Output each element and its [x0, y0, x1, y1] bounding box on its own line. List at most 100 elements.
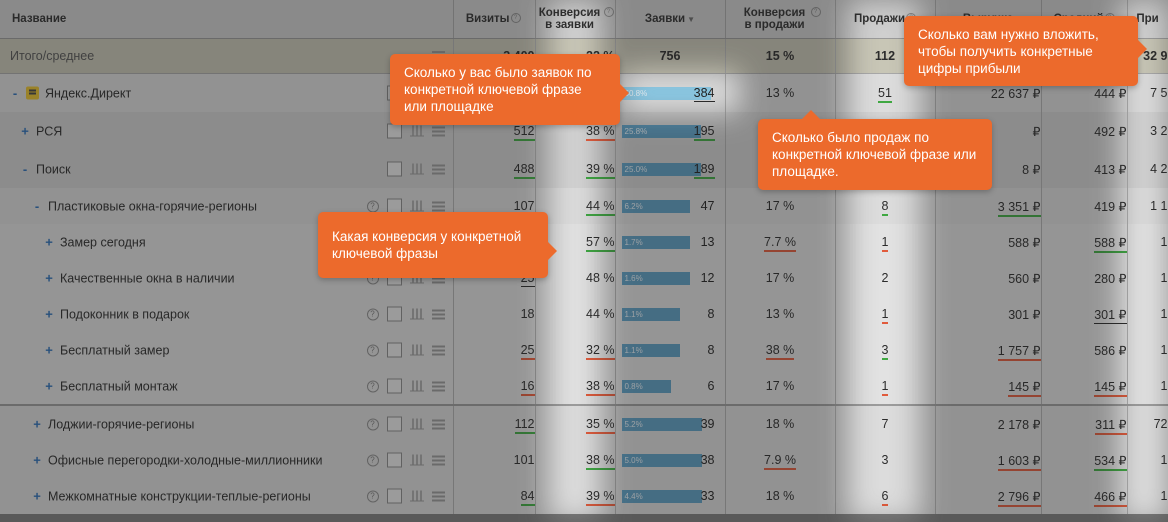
row-checkbox[interactable] — [386, 416, 402, 432]
list-icon[interactable] — [431, 381, 445, 391]
avg-check-value[interactable]: 301 ₽ — [1094, 307, 1126, 324]
list-icon[interactable] — [431, 455, 445, 465]
row-label[interactable]: Лоджии-горячие-регионы — [48, 417, 194, 431]
list-icon[interactable] — [431, 126, 445, 136]
table-row[interactable]: - Поиск 488 39 % 25.0% 189 8 ₽ 413 ₽ 4 2 — [0, 150, 1168, 188]
chart-icon[interactable] — [409, 308, 424, 320]
conv-sales-value[interactable]: 38 % — [765, 343, 795, 360]
conv-leads-value[interactable]: 39 % — [586, 489, 614, 506]
row-label[interactable]: Офисные перегородки-холодные-миллионники — [48, 453, 322, 467]
conv-leads-value[interactable]: 38 % — [586, 124, 614, 141]
row-label[interactable]: Яндекс.Директ — [45, 86, 131, 100]
conv-leads-value[interactable]: 32 % — [586, 343, 614, 360]
avg-check-value[interactable]: 145 ₽ — [1094, 379, 1126, 397]
row-label[interactable]: Замер сегодня — [60, 235, 146, 249]
conv-leads-value[interactable]: 35 % — [586, 417, 614, 434]
help-icon[interactable]: ? — [810, 7, 821, 17]
revenue-value[interactable]: 2 796 ₽ — [997, 489, 1040, 507]
row-checkbox[interactable] — [386, 161, 402, 177]
conv-leads-value[interactable]: 39 % — [586, 162, 614, 179]
sales-value[interactable]: 51 — [878, 86, 892, 103]
table-row[interactable]: + Подоконник в подарок? 18 44 % 1.1% 8 13 % 1 30… — [0, 296, 1168, 332]
chart-icon[interactable] — [409, 163, 424, 175]
row-checkbox[interactable] — [386, 452, 402, 468]
visits-value[interactable]: 84 — [520, 489, 534, 506]
help-icon[interactable]: ? — [366, 380, 379, 392]
help-icon[interactable]: ? — [510, 13, 521, 23]
collapse-icon[interactable]: - — [20, 162, 30, 177]
visits-value[interactable]: 512 — [513, 124, 534, 141]
expand-icon[interactable]: + — [32, 417, 42, 432]
row-checkbox[interactable] — [386, 378, 402, 394]
expand-icon[interactable]: + — [44, 235, 54, 250]
conv-sales-value[interactable]: 7.9 % — [764, 453, 796, 470]
sales-value[interactable]: 8 — [881, 199, 889, 216]
avg-check-value[interactable]: 534 ₽ — [1094, 453, 1126, 471]
header-conv-sales[interactable]: Конверсия в продажи? — [725, 0, 836, 39]
help-icon[interactable]: ? — [603, 7, 614, 17]
table-row[interactable]: + Лоджии-горячие-регионы? 112 35 % 5.2% 39 18 … — [0, 404, 1168, 442]
avg-check-value[interactable]: 466 ₽ — [1094, 489, 1126, 507]
list-icon[interactable] — [431, 491, 445, 501]
avg-check-value[interactable]: 588 ₽ — [1094, 235, 1126, 253]
expand-icon[interactable]: + — [20, 124, 30, 139]
help-icon[interactable]: ? — [366, 344, 379, 356]
header-conv-leads[interactable]: Конверсия в заявки? — [535, 0, 616, 39]
chart-icon[interactable] — [409, 200, 424, 212]
row-label[interactable]: Пластиковые окна-горячие-регионы — [48, 199, 257, 213]
conv-leads-value[interactable]: 44 % — [586, 199, 614, 216]
row-checkbox[interactable] — [386, 488, 402, 504]
list-icon[interactable] — [431, 201, 445, 211]
list-icon[interactable] — [431, 309, 445, 319]
table-row[interactable]: + Офисные перегородки-холодные-миллионник… — [0, 442, 1168, 478]
table-row[interactable]: + Бесплатный замер? 25 32 % 1.1% 8 38 % 3 1 757 … — [0, 332, 1168, 368]
table-row[interactable]: +Качественные окна в наличии?2548 %1.6%1… — [0, 260, 1168, 296]
chart-icon[interactable] — [409, 454, 424, 466]
table-row[interactable]: +Замер сегодня?57 %1.7%137.7 %1588 ₽588 … — [0, 224, 1168, 260]
list-icon[interactable] — [431, 345, 445, 355]
visits-value[interactable]: 16 — [520, 379, 534, 396]
help-icon[interactable]: ? — [366, 418, 379, 430]
expand-icon[interactable]: + — [44, 271, 54, 286]
leads-value[interactable]: 189 — [693, 162, 715, 179]
chart-icon[interactable] — [409, 380, 424, 392]
sales-value[interactable]: 1 — [881, 235, 889, 252]
table-row[interactable]: + Бесплатный монтаж? 16 38 % 0.8% 6 17 % 1 145 ₽… — [0, 368, 1168, 405]
row-label[interactable]: РСЯ — [36, 124, 62, 138]
table-row[interactable]: + Межкомнатные конструкции-теплые-регионы… — [0, 478, 1168, 514]
revenue-value[interactable]: 1 757 ₽ — [997, 343, 1040, 361]
revenue-value[interactable]: 3 351 ₽ — [997, 199, 1040, 217]
avg-check-value[interactable]: 311 ₽ — [1095, 417, 1126, 435]
sales-value[interactable]: 6 — [881, 489, 889, 506]
row-label[interactable]: Качественные окна в наличии — [60, 271, 235, 285]
row-checkbox[interactable] — [386, 123, 402, 139]
row-label[interactable]: Поиск — [36, 162, 71, 176]
help-icon[interactable]: ? — [366, 454, 379, 466]
conv-leads-value[interactable]: 38 % — [586, 379, 614, 396]
table-row[interactable]: - Пластиковые окна-горячие-регионы? 107 44 … — [0, 188, 1168, 224]
expand-icon[interactable]: + — [44, 307, 54, 322]
sales-value[interactable]: 3 — [881, 343, 889, 360]
conv-leads-value[interactable]: 38 % — [586, 453, 614, 470]
header-name[interactable]: Название — [0, 0, 454, 39]
row-label[interactable]: Бесплатный замер — [60, 343, 169, 357]
revenue-value[interactable]: 1 603 ₽ — [997, 453, 1040, 471]
sales-value[interactable]: 1 — [881, 379, 889, 396]
visits-value[interactable]: 488 — [513, 162, 534, 179]
chart-icon[interactable] — [409, 125, 424, 137]
visits-value[interactable]: 25 — [520, 343, 534, 360]
leads-value[interactable]: 384 — [693, 86, 715, 102]
header-visits[interactable]: Визиты? — [453, 0, 536, 39]
collapse-icon[interactable]: - — [32, 199, 42, 214]
help-icon[interactable]: ? — [366, 200, 379, 212]
conv-leads-value[interactable]: 57 % — [586, 235, 614, 252]
row-checkbox[interactable] — [386, 306, 402, 322]
help-icon[interactable]: ? — [366, 308, 379, 320]
header-leads[interactable]: Заявки ▼ — [615, 0, 726, 39]
sort-desc-icon[interactable]: ▼ — [687, 15, 695, 24]
collapse-icon[interactable]: - — [10, 86, 20, 101]
revenue-value[interactable]: 145 ₽ — [1008, 379, 1040, 397]
visits-value[interactable]: 112 — [514, 417, 534, 434]
leads-value[interactable]: 195 — [693, 124, 715, 141]
expand-icon[interactable]: + — [44, 379, 54, 394]
